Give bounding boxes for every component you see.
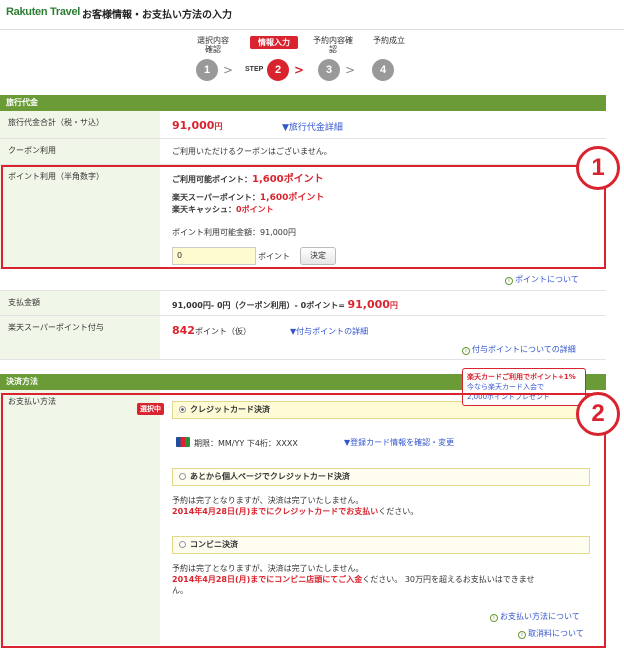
highlight-box-1 bbox=[1, 165, 606, 269]
step-4-circle: 4 bbox=[372, 59, 394, 81]
point-grant-row: 楽天スーパーポイント付与 842ポイント（仮） ▼付与ポイントの詳細 i 付与ポイ… bbox=[0, 316, 606, 360]
highlight-box-2 bbox=[1, 393, 606, 648]
info-icon: i bbox=[505, 277, 513, 285]
step-1-label: 選択内容 確認 bbox=[197, 36, 229, 54]
progress-steps: 選択内容 確認 情報入力 予約内容確 認 予約成立 1 > STEP 2 > 3… bbox=[0, 30, 624, 90]
step-arrow-icon: > bbox=[294, 63, 305, 77]
coupon-row: クーポン利用 ご利用いただけるクーポンはございません。 bbox=[0, 139, 606, 165]
page-title: お客様情報・お支払い方法の入力 bbox=[82, 10, 232, 21]
total-value: 91,000円 bbox=[172, 119, 223, 132]
section-travel-fee: 旅行代金 bbox=[0, 95, 606, 111]
page-header: Rakuten Travel お客様情報・お支払い方法の入力 bbox=[0, 0, 624, 30]
grant-detail-link[interactable]: ▼付与ポイントの詳細 bbox=[290, 326, 368, 337]
annotation-badge-1: 1 bbox=[576, 146, 620, 190]
about-points-link[interactable]: i ポイントについて bbox=[505, 274, 579, 285]
rakuten-travel-logo[interactable]: Rakuten Travel bbox=[6, 6, 80, 18]
point-grant-value: 842ポイント（仮） bbox=[172, 324, 251, 337]
info-icon: i bbox=[462, 347, 470, 355]
point-grant-label: 楽天スーパーポイント付与 bbox=[0, 316, 160, 359]
step-arrow-icon: > bbox=[345, 63, 356, 77]
total-row: 旅行代金合計（税・サ込） 91,000円 ▼旅行代金詳細 bbox=[0, 111, 606, 139]
grant-about-link[interactable]: i 付与ポイントについての詳細 bbox=[462, 344, 576, 355]
pay-amount-row: 支払金額 91,000円- 0円（クーポン利用）- 0ポイント= 91,000円 bbox=[0, 290, 606, 316]
step-arrow-icon: > bbox=[223, 63, 234, 77]
pay-amount-value: 91,000円- 0円（クーポン利用）- 0ポイント= 91,000円 bbox=[172, 298, 398, 311]
step-4-label: 予約成立 bbox=[373, 36, 405, 45]
fee-detail-link[interactable]: ▼旅行代金詳細 bbox=[282, 120, 343, 133]
coupon-value: ご利用いただけるクーポンはございません。 bbox=[172, 147, 332, 156]
step-3-label: 予約内容確 認 bbox=[313, 36, 353, 54]
step-1-circle: 1 bbox=[196, 59, 218, 81]
step-2-label: 情報入力 bbox=[250, 36, 298, 49]
pay-amount-label: 支払金額 bbox=[0, 291, 160, 315]
annotation-badge-2: 2 bbox=[576, 392, 620, 436]
coupon-label: クーポン利用 bbox=[0, 139, 160, 164]
step-word: STEP bbox=[245, 66, 264, 73]
total-label: 旅行代金合計（税・サ込） bbox=[0, 111, 160, 138]
step-3-circle: 3 bbox=[318, 59, 340, 81]
step-2-circle: 2 bbox=[267, 59, 289, 81]
